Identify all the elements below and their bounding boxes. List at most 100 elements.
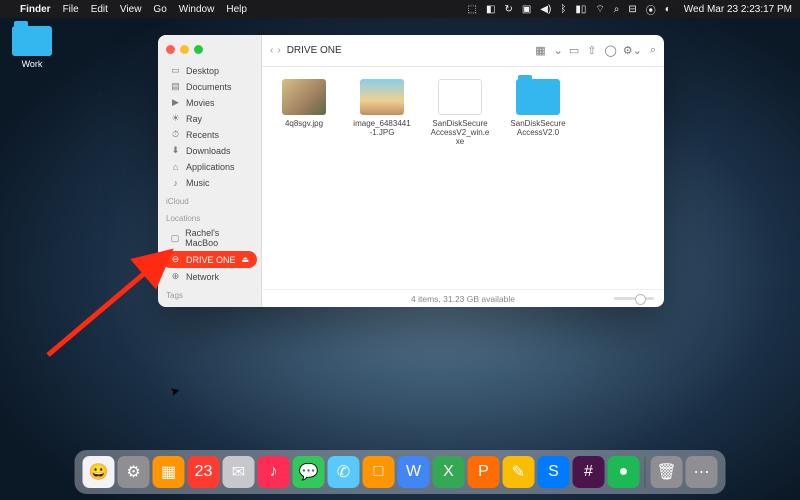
minimize-button[interactable] xyxy=(180,45,189,54)
mac-icon: ▢ xyxy=(170,233,180,244)
sidebar-item-music[interactable]: ♪Music xyxy=(162,175,257,190)
menu-go[interactable]: Go xyxy=(153,4,166,15)
sidebar-item-label: Rachel's MacBoo xyxy=(185,228,249,248)
music-icon: ♪ xyxy=(170,177,181,188)
sidebar-header-tags: Tags xyxy=(158,285,261,302)
menu-window[interactable]: Window xyxy=(179,4,215,15)
dl-icon: ⬇ xyxy=(170,145,181,156)
search-button[interactable]: ⌕ xyxy=(650,44,656,57)
status-icon[interactable]: ◧ xyxy=(486,4,495,15)
dock-app-3[interactable]: 23 xyxy=(188,456,220,488)
dock-app-15[interactable]: ● xyxy=(608,456,640,488)
sidebar-item-label: Ray xyxy=(186,114,202,124)
view-options-icon[interactable]: ⌄ xyxy=(554,44,563,57)
dock-app-9[interactable]: W xyxy=(398,456,430,488)
desktop-folder-label: Work xyxy=(8,59,56,69)
sync-icon[interactable]: ↻ xyxy=(504,4,512,15)
bluetooth-icon[interactable]: ᛒ xyxy=(560,4,566,15)
status-bar: 4 items, 31.23 GB available xyxy=(262,289,664,307)
sidebar-item-downloads[interactable]: ⬇ Downloads xyxy=(162,143,257,158)
file-item[interactable]: SanDiskSecureAccessV2.0 xyxy=(508,79,568,137)
sidebar-item-label: Desktop xyxy=(186,66,219,76)
icon-size-slider[interactable] xyxy=(614,297,654,300)
view-icons-button[interactable]: ▦ xyxy=(535,44,545,57)
sidebar-item-label: Downloads xyxy=(186,146,231,156)
dock-app-13[interactable]: S xyxy=(538,456,570,488)
menu-view[interactable]: View xyxy=(120,4,142,15)
file-name: 4q8sgv.jpg xyxy=(274,119,334,128)
dock-app-11[interactable]: P xyxy=(468,456,500,488)
dock-app-2[interactable]: ▦ xyxy=(153,456,185,488)
display-icon[interactable]: ▣ xyxy=(522,4,531,15)
sidebar-item-drive-one[interactable]: ⊖DRIVE ONE⏏ xyxy=(162,251,257,268)
sidebar-item-network[interactable]: ⊕ Network xyxy=(162,269,257,284)
dock-app-1[interactable]: ⚙ xyxy=(118,456,150,488)
wifi-icon[interactable]: ⌔ xyxy=(595,3,604,16)
battery-icon[interactable]: ▮▯ xyxy=(575,4,586,15)
share-button[interactable]: ⇧ xyxy=(587,44,596,57)
dock-app-0[interactable]: 😀 xyxy=(83,456,115,488)
sidebar-item-label: Network xyxy=(186,272,219,282)
file-item[interactable]: SanDiskSecureAccessV2_win.exe xyxy=(430,79,490,146)
dock-app-4[interactable]: ✉ xyxy=(223,456,255,488)
dock-app-17[interactable]: ⋯ xyxy=(686,456,718,488)
eject-icon[interactable]: ⏏ xyxy=(241,255,249,264)
control-center-icon[interactable]: ⊟ xyxy=(628,4,636,15)
dock-app-5[interactable]: ♪ xyxy=(258,456,290,488)
user-icon[interactable]: ⦿ xyxy=(646,2,656,17)
desktop-folder-work[interactable]: Work xyxy=(8,26,56,69)
sidebar-item-desktop[interactable]: ▭ Desktop xyxy=(162,63,257,78)
file-item[interactable]: image_6483441-1.JPG xyxy=(352,79,412,137)
sidebar-item-ray[interactable]: ☀Ray xyxy=(162,111,257,126)
file-item[interactable]: 4q8sgv.jpg xyxy=(274,79,334,128)
menubar-datetime[interactable]: Wed Mar 23 2:23:17 PM xyxy=(684,4,792,15)
file-thumbnail xyxy=(516,79,560,115)
sidebar-item-movies[interactable]: ▶Movies xyxy=(162,95,257,110)
tag-button[interactable]: ◯ xyxy=(604,44,616,57)
annotation-arrow xyxy=(38,200,178,360)
spotlight-icon[interactable]: ⌕ xyxy=(614,4,620,15)
sidebar-item-applications[interactable]: ⌂Applications xyxy=(162,159,257,174)
app-menu[interactable]: Finder xyxy=(20,4,51,15)
file-name: SanDiskSecureAccessV2.0 xyxy=(508,119,568,137)
menubar: Finder File Edit View Go Window Help ⬚ ◧… xyxy=(0,0,800,18)
forward-button[interactable]: › xyxy=(277,45,280,56)
sidebar-item-label: Documents xyxy=(186,82,232,92)
sidebar-item-rachel-s-macboo[interactable]: ▢ Rachel's MacBoo xyxy=(162,226,257,250)
apps-icon: ⌂ xyxy=(170,161,181,172)
dock-app-8[interactable]: □ xyxy=(363,456,395,488)
dock-app-14[interactable]: # xyxy=(573,456,605,488)
sidebar-header-locations: Locations xyxy=(158,208,261,225)
window-title: DRIVE ONE xyxy=(287,45,342,56)
back-button[interactable]: ‹ xyxy=(270,45,273,56)
file-thumbnail xyxy=(438,79,482,115)
siri-icon[interactable]: ◐ xyxy=(665,4,671,15)
dock-app-7[interactable]: ✆ xyxy=(328,456,360,488)
volume-icon[interactable]: ◀) xyxy=(540,4,551,15)
group-button[interactable]: ▭ xyxy=(569,44,579,57)
net-icon: ⊕ xyxy=(170,271,181,282)
file-thumbnail xyxy=(360,79,404,115)
disk-icon: ⊖ xyxy=(170,254,181,265)
file-thumbnail xyxy=(282,79,326,115)
menu-help[interactable]: Help xyxy=(226,4,247,15)
menu-edit[interactable]: Edit xyxy=(91,4,108,15)
sidebar-item-label: Recents xyxy=(186,130,219,140)
dock-app-16[interactable]: 🗑 xyxy=(651,456,683,488)
dock-app-6[interactable]: 💬 xyxy=(293,456,325,488)
sidebar-item-documents[interactable]: ▤ Documents xyxy=(162,79,257,94)
close-button[interactable] xyxy=(166,45,175,54)
doc-icon: ▤ xyxy=(170,81,181,92)
finder-window: ▭ Desktop ▤ Documents ▶Movies☀Ray⏱Recents ⬇ Do… xyxy=(158,35,664,307)
menu-file[interactable]: File xyxy=(63,4,79,15)
action-button[interactable]: ⚙⌄ xyxy=(623,44,642,57)
window-controls xyxy=(158,41,261,62)
dock-app-10[interactable]: X xyxy=(433,456,465,488)
maximize-button[interactable] xyxy=(194,45,203,54)
desktop-icon: ▭ xyxy=(170,65,181,76)
file-grid[interactable]: 4q8sgv.jpg image_6483441-1.JPG SanDiskSecu… xyxy=(262,67,664,289)
dock-app-12[interactable]: ✎ xyxy=(503,456,535,488)
sidebar-item-recents[interactable]: ⏱Recents xyxy=(162,127,257,142)
dropbox-icon[interactable]: ⬚ xyxy=(468,4,477,15)
file-name: SanDiskSecureAccessV2_win.exe xyxy=(430,119,490,146)
